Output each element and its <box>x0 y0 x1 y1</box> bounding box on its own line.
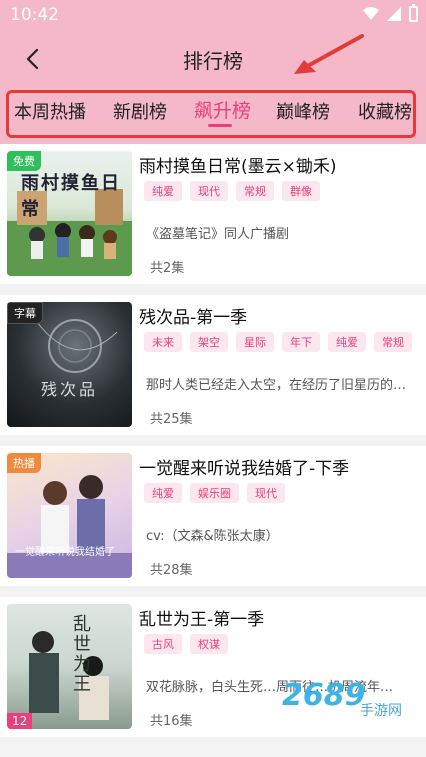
watermark-logo: 2689 <box>282 678 366 713</box>
tab-peak[interactable]: 巅峰榜 <box>276 98 330 124</box>
item-description: 那时人类已经走入太空，在经历了旧星历的… <box>146 378 407 393</box>
rank-badge: 12 <box>7 713 33 729</box>
tag-list: 未来 架空 星际 年下 纯爱 常规 <box>144 332 412 352</box>
episode-count: 共2集 <box>150 261 185 276</box>
list-item[interactable]: 一觉醒来听说我结婚了 热播 一觉醒来听说我结婚了-下季 纯爱 娱乐圈 现代 cv… <box>0 446 426 586</box>
episode-count: 共25集 <box>150 412 193 427</box>
wifi-icon <box>363 7 379 20</box>
active-tab-indicator <box>208 124 232 127</box>
list-item[interactable]: 残次品 字幕 残次品-第一季 未来 架空 星际 年下 纯爱 常规 那时人类已经走… <box>0 295 426 435</box>
subtitle-badge: 字幕 <box>7 302 43 324</box>
item-title: 一觉醒来听说我结婚了-下季 <box>139 459 350 479</box>
tag: 架空 <box>190 332 228 352</box>
tab-new-drama[interactable]: 新剧榜 <box>113 98 167 124</box>
battery-icon <box>409 4 418 22</box>
watermark-sub: 手游网 <box>360 703 402 719</box>
site-watermark: 2689 手游网 <box>282 678 414 722</box>
cover-title-text: 残次品 <box>41 380 99 399</box>
tag: 现代 <box>247 483 285 503</box>
tag: 纯爱 <box>144 181 182 201</box>
episode-count: 共16集 <box>150 714 193 729</box>
annotation-arrow-icon <box>294 34 364 74</box>
cover-title-text: 一觉醒来听说我结婚了 <box>15 547 115 558</box>
tag-list: 纯爱 现代 常规 群像 <box>144 181 320 201</box>
tab-favorites[interactable]: 收藏榜 <box>358 98 412 124</box>
tag: 常规 <box>374 332 412 352</box>
tag: 常规 <box>236 181 274 201</box>
cover-title-text: 雨村摸鱼日常 <box>21 173 121 220</box>
tag: 群像 <box>282 181 320 201</box>
tag-list: 纯爱 娱乐圈 现代 <box>144 483 285 503</box>
tab-weekly-hot[interactable]: 本周热播 <box>14 98 86 124</box>
status-bar: 10:42 <box>0 0 426 30</box>
tag: 权谋 <box>190 634 228 654</box>
item-title: 乱世为王-第一季 <box>139 610 265 630</box>
tab-rising[interactable]: 飙升榜 <box>194 96 251 123</box>
cover-image: 残次品 字幕 <box>7 302 132 427</box>
tag: 未来 <box>144 332 182 352</box>
signal-icon <box>387 7 401 21</box>
tag: 现代 <box>190 181 228 201</box>
item-description: cv:（文森&陈张太康） <box>146 529 279 544</box>
item-title: 残次品-第一季 <box>139 308 248 328</box>
top-bar: 排行榜 <box>0 30 426 90</box>
item-title: 雨村摸鱼日常(墨云×锄禾) <box>139 157 337 177</box>
status-time: 10:42 <box>10 5 59 25</box>
status-icons <box>363 4 418 22</box>
cover-title-text: 乱世为王 <box>70 614 91 694</box>
tag-list: 古风 权谋 <box>144 634 228 654</box>
tag: 纯爱 <box>328 332 366 352</box>
tag: 年下 <box>282 332 320 352</box>
cover-image: 雨村摸鱼日常 免费 <box>7 151 132 276</box>
episode-count: 共28集 <box>150 563 193 578</box>
hot-badge: 热播 <box>7 453 41 473</box>
tag: 纯爱 <box>144 483 182 503</box>
item-description: 《盗墓笔记》同人广播剧 <box>146 227 290 242</box>
cover-image: 一觉醒来听说我结婚了 热播 <box>7 453 132 578</box>
list-item[interactable]: 雨村摸鱼日常 免费 雨村摸鱼日常(墨云×锄禾) 纯爱 现代 常规 群像 《盗墓笔… <box>0 144 426 284</box>
tag: 娱乐圈 <box>190 483 239 503</box>
tag: 古风 <box>144 634 182 654</box>
free-badge: 免费 <box>7 151 41 171</box>
tag: 星际 <box>236 332 274 352</box>
cover-image: 乱世为王 12 <box>7 604 132 729</box>
ranking-tabs: 本周热播 新剧榜 飙升榜 巅峰榜 收藏榜 <box>0 90 426 144</box>
